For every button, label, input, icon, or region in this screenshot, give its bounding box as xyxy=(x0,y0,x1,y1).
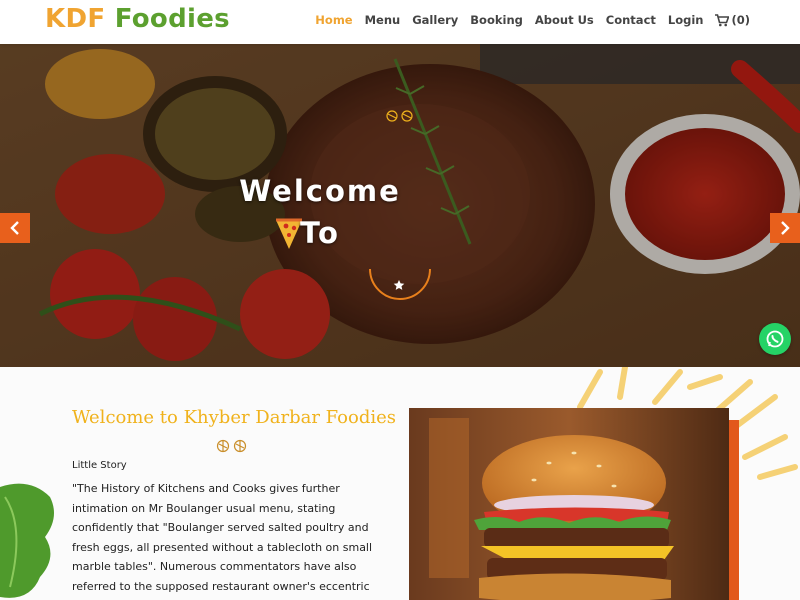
lettuce-decoration xyxy=(0,483,54,598)
whatsapp-icon xyxy=(766,330,784,348)
ornament-icon xyxy=(216,439,247,453)
about-paragraph: "The History of Kitchens and Cooks gives… xyxy=(72,482,373,600)
brand-part-1: KDF xyxy=(45,4,106,34)
nav-home[interactable]: Home xyxy=(315,13,352,27)
burger-image xyxy=(409,408,729,600)
cart-icon xyxy=(715,13,730,26)
nav-booking[interactable]: Booking xyxy=(470,13,523,27)
chevron-right-icon xyxy=(781,221,790,235)
brand-logo[interactable]: KDF Foodies xyxy=(45,4,230,34)
nav-login[interactable]: Login xyxy=(668,13,704,27)
site-header: KDF Foodies Home Menu Gallery Booking Ab… xyxy=(0,0,800,44)
nav-gallery[interactable]: Gallery xyxy=(412,13,458,27)
carousel-next-button[interactable] xyxy=(770,213,800,243)
hero-title-line-2: To xyxy=(300,216,340,250)
whatsapp-button[interactable] xyxy=(759,323,791,355)
about-subtitle: Little Story xyxy=(72,460,127,471)
main-nav: Home Menu Gallery Booking About Us Conta… xyxy=(315,13,750,27)
hero-title: Welcome To xyxy=(0,170,640,254)
nav-about-us[interactable]: About Us xyxy=(535,13,594,27)
about-section: Welcome to Khyber Darbar Foodies Little … xyxy=(0,367,800,600)
hero-carousel: Welcome To xyxy=(0,44,800,367)
chevron-left-icon xyxy=(10,221,19,235)
cart-count: (0) xyxy=(731,13,750,27)
cart-button[interactable]: (0) xyxy=(715,13,750,27)
nav-contact[interactable]: Contact xyxy=(606,13,656,27)
nav-menu[interactable]: Menu xyxy=(365,13,401,27)
hero-title-line-1: Welcome xyxy=(239,174,401,208)
about-title: Welcome to Khyber Darbar Foodies xyxy=(72,407,396,428)
carousel-prev-button[interactable] xyxy=(0,213,30,243)
brand-part-2: Foodies xyxy=(114,4,230,34)
